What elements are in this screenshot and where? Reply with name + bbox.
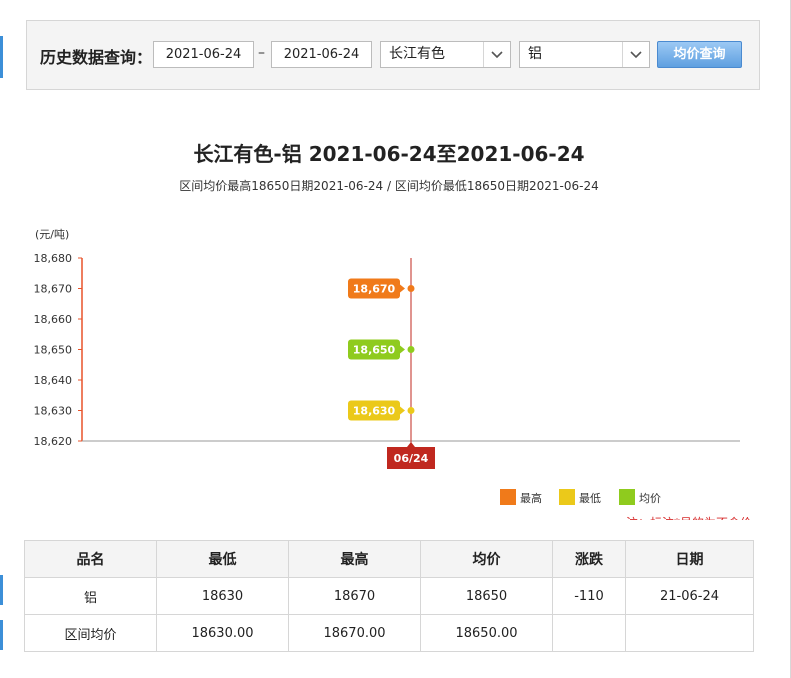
table-row: 区间均价 18630.00 18670.00 18650.00: [24, 614, 754, 652]
table-cell: [625, 614, 754, 652]
table-header-cell: 涨跌: [552, 540, 626, 578]
left-edge-indicator: [0, 620, 3, 650]
y-tick-label: 18,640: [34, 374, 73, 387]
table-header-cell: 品名: [24, 540, 157, 578]
chevron-down-icon: [483, 42, 510, 67]
y-axis-unit-label: (元/吨): [35, 228, 69, 241]
table-cell: 18630.00: [156, 614, 289, 652]
date-from-input[interactable]: 2021-06-24: [153, 41, 254, 68]
left-edge-indicator: [0, 36, 3, 78]
data-point: [407, 407, 415, 414]
price-chart: (元/吨) 18,620 18,630 18,640 18,650 18,660 18,67…: [34, 228, 753, 520]
legend-swatch: [559, 489, 575, 505]
table-header-cell: 最低: [156, 540, 289, 578]
data-label: 18,630: [353, 405, 396, 418]
metal-select-value: 铝: [528, 46, 542, 62]
y-tick-label: 18,630: [34, 405, 73, 418]
chart-subtitle: 区间均价最高18650日期2021-06-24 / 区间均价最低18650日期2…: [179, 179, 599, 193]
table-cell: 区间均价: [24, 614, 157, 652]
y-tick-label: 18,680: [34, 252, 73, 265]
data-point: [407, 285, 415, 292]
y-tick-label: 18,660: [34, 313, 73, 326]
table-header-cell: 最高: [288, 540, 421, 578]
chevron-down-icon: [622, 42, 649, 67]
table-cell: -110: [552, 577, 626, 615]
table-cell: 21-06-24: [625, 577, 754, 615]
legend-label: 均价: [639, 492, 661, 505]
legend-label: 最低: [579, 492, 601, 505]
table-cell: 铝: [24, 577, 157, 615]
table-header-row: 品名 最低 最高 均价 涨跌 日期: [24, 540, 754, 578]
table-cell: 18650: [420, 577, 553, 615]
data-label: 18,650: [353, 344, 396, 357]
market-select[interactable]: 长江有色: [380, 41, 511, 68]
data-point: [407, 346, 415, 353]
metal-select[interactable]: 铝: [519, 41, 650, 68]
legend-swatch: [500, 489, 516, 505]
query-label: 历史数据查询：: [40, 48, 153, 67]
data-label-pointer: [400, 284, 405, 293]
x-tick-label: 06/24: [394, 452, 429, 465]
query-panel: 历史数据查询： 2021-06-24 – 2021-06-24 长江有色 铝 均…: [26, 20, 760, 90]
date-separator: –: [258, 45, 265, 61]
y-tick-label: 18,650: [34, 344, 73, 357]
y-tick-label: 18,670: [34, 283, 73, 296]
average-price-query-button[interactable]: 均价查询: [657, 41, 742, 68]
table-cell: 18650.00: [420, 614, 553, 652]
table-cell: [552, 614, 626, 652]
table-row: 铝 18630 18670 18650 -110 21-06-24: [24, 577, 754, 615]
data-label-pointer: [400, 406, 405, 415]
chart-title: 长江有色-铝 2021-06-24至2021-06-24: [193, 142, 585, 166]
market-select-value: 长江有色: [389, 46, 445, 62]
price-table: 品名 最低 最高 均价 涨跌 日期 铝 18630 18670 18650 -1…: [24, 540, 754, 652]
date-to-input[interactable]: 2021-06-24: [271, 41, 372, 68]
chart-note: 注：标注*号的为不含价: [626, 515, 752, 520]
table-cell: 18630: [156, 577, 289, 615]
data-label-pointer: [400, 345, 405, 354]
table-cell: 18670: [288, 577, 421, 615]
legend-swatch: [619, 489, 635, 505]
table-cell: 18670.00: [288, 614, 421, 652]
table-header-cell: 均价: [420, 540, 553, 578]
table-header-cell: 日期: [625, 540, 754, 578]
left-edge-indicator: [0, 575, 3, 605]
y-tick-label: 18,620: [34, 435, 73, 448]
legend-label: 最高: [520, 491, 542, 505]
data-label: 18,670: [353, 283, 396, 296]
